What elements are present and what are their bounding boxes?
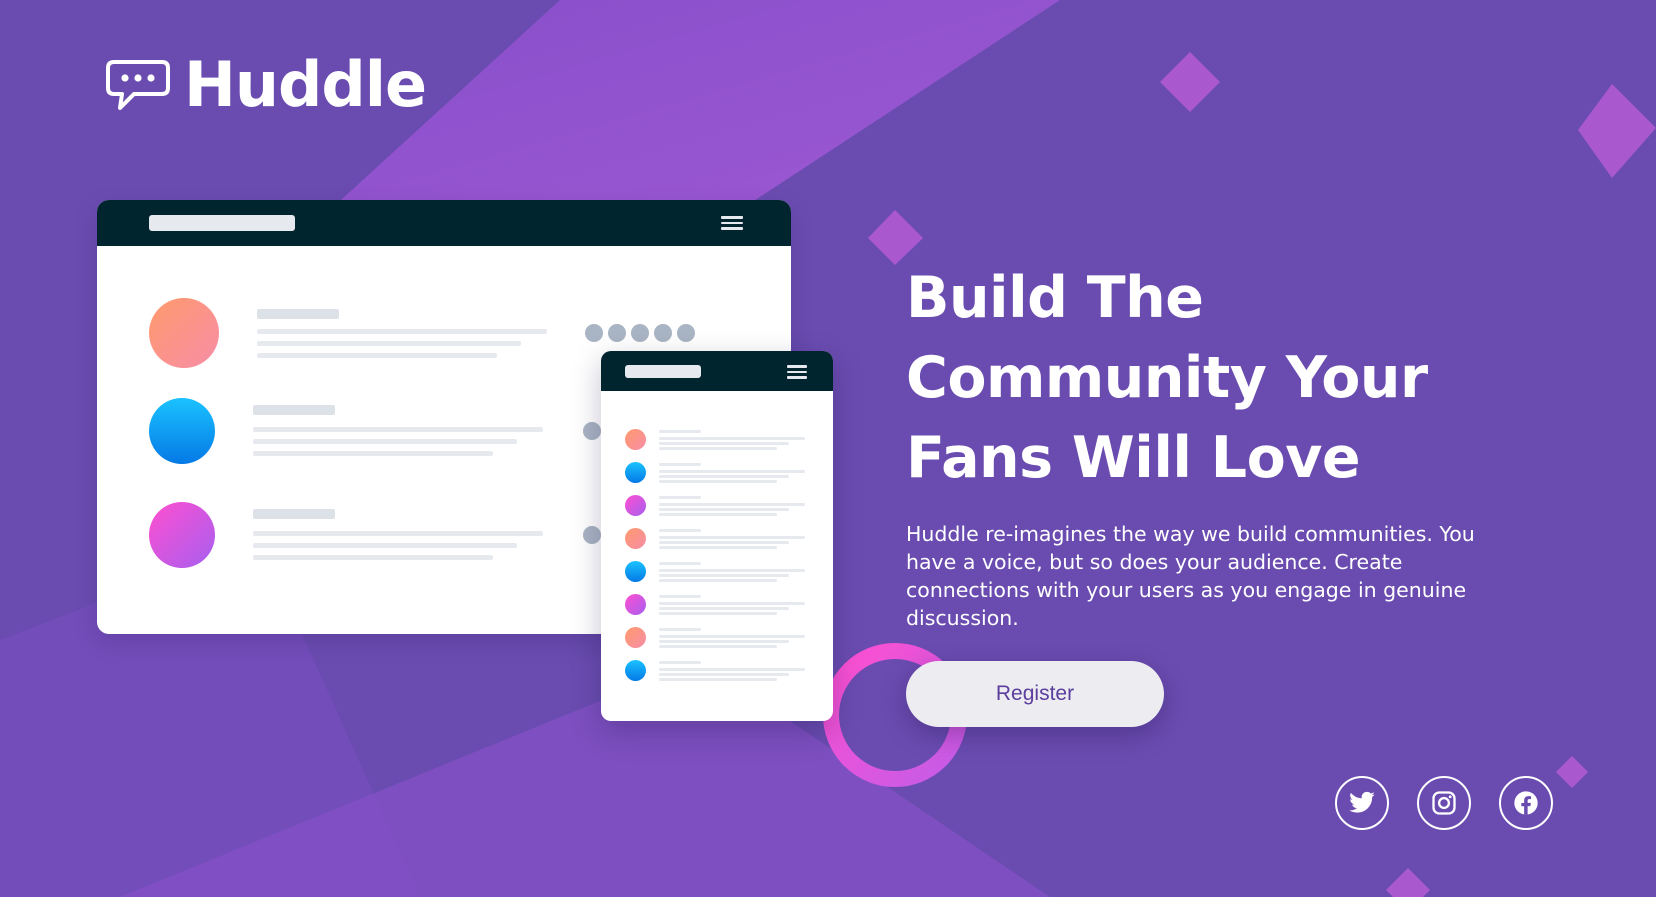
status-dot [583,526,601,544]
text-placeholder [659,607,789,610]
window-titlebar [97,200,791,246]
text-placeholder [659,562,701,565]
titlebar-placeholder [625,365,701,378]
list-item [625,660,805,682]
facebook-icon [1514,791,1538,815]
text-placeholder [253,427,543,432]
text-placeholder [659,612,777,615]
headline-line: Build The [906,265,1204,331]
mobile-window-mockup [601,351,833,721]
text-placeholder [659,513,777,516]
text-placeholder [253,405,335,415]
text-placeholder [659,640,789,643]
text-placeholder [659,661,701,664]
window-titlebar [601,351,833,391]
text-placeholder [659,475,789,478]
text-placeholder [659,430,701,433]
text-placeholder [253,509,335,519]
list-item [625,561,805,583]
register-button[interactable]: Register [906,661,1164,727]
text-placeholder [253,531,543,536]
avatar [625,594,646,615]
twitter-icon [1349,791,1375,813]
avatar [149,298,219,368]
list-item [625,495,805,517]
text-placeholder [253,555,493,560]
headline-line: Fans Will Love [906,425,1361,491]
text-placeholder [659,447,777,450]
text-placeholder [253,543,517,548]
text-placeholder [659,628,701,631]
list-item [625,594,805,616]
text-placeholder [659,579,777,582]
text-placeholder [659,678,777,681]
hero-illustration [97,200,833,724]
facebook-link[interactable] [1499,776,1553,830]
text-placeholder [659,529,701,532]
text-placeholder [257,329,547,334]
status-dot [585,324,603,342]
status-dot [654,324,672,342]
menu-icon [721,216,743,230]
text-placeholder [659,635,805,638]
avatar [625,561,646,582]
text-placeholder [659,541,789,544]
text-placeholder [659,673,789,676]
text-placeholder [659,496,701,499]
hero-headline: Build The Community Your Fans Will Love [906,258,1546,498]
text-placeholder [257,309,339,319]
status-dot [677,324,695,342]
avatar [625,627,646,648]
text-placeholder [659,569,805,572]
text-placeholder [253,451,493,456]
avatar [625,528,646,549]
avatar [625,462,646,483]
list-item [625,627,805,649]
twitter-link[interactable] [1335,776,1389,830]
list-item [625,462,805,484]
status-dot [583,422,601,440]
list-item [625,528,805,550]
instagram-link[interactable] [1417,776,1471,830]
brand-name: Huddle [184,48,427,121]
text-placeholder [659,470,805,473]
text-placeholder [659,645,777,648]
text-placeholder [659,668,805,671]
hero-description: Huddle re-imagines the way we build comm… [906,522,1475,630]
avatar [149,398,215,464]
avatar [625,495,646,516]
text-placeholder [257,341,521,346]
text-placeholder [659,574,789,577]
headline-line: Community Your [906,345,1428,411]
chat-bubble-icon [106,60,170,110]
text-placeholder [659,602,805,605]
titlebar-placeholder [149,215,295,231]
text-placeholder [659,503,805,506]
avatar [625,660,646,681]
instagram-icon [1432,791,1456,815]
status-dot [631,324,649,342]
avatar [149,502,215,568]
status-dot [608,324,626,342]
text-placeholder [659,463,701,466]
text-placeholder [659,480,777,483]
text-placeholder [659,437,805,440]
text-placeholder [659,508,789,511]
text-placeholder [659,442,789,445]
menu-icon [787,365,807,379]
text-placeholder [257,353,497,358]
text-placeholder [659,536,805,539]
list-item [625,429,805,451]
text-placeholder [659,546,777,549]
text-placeholder [253,439,517,444]
brand-logo[interactable]: Huddle [106,48,427,121]
social-links [1335,776,1553,830]
text-placeholder [659,595,701,598]
avatar [625,429,646,450]
